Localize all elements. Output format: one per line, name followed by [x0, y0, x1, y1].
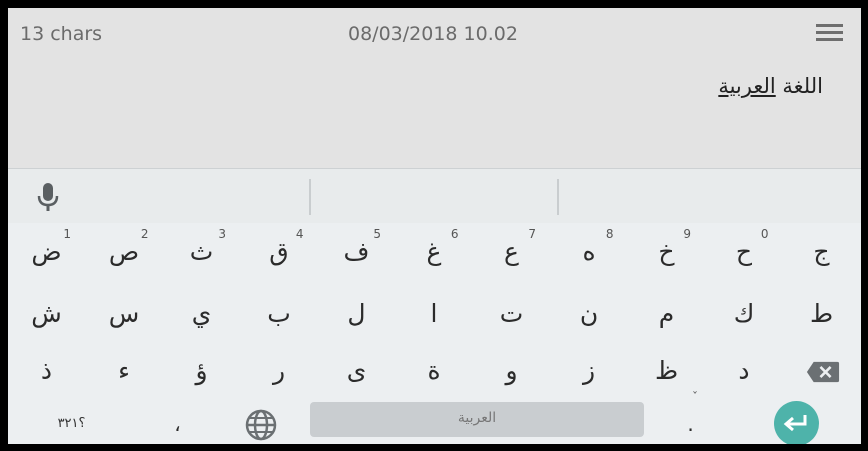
key-glyph: ؤ [195, 356, 208, 385]
text-editor[interactable]: 13 chars 08/03/2018 10.02 اللغة العربية [8, 8, 861, 168]
key-number-hint: 0 [760, 227, 769, 241]
key-number-hint: 5 [373, 227, 381, 241]
key-11[interactable]: ط [783, 286, 860, 342]
key-4[interactable]: ق4 [241, 224, 318, 280]
key-glyph: ظ [654, 356, 679, 385]
key-10[interactable]: ك [706, 286, 783, 342]
key-glyph: س [108, 299, 140, 328]
key-glyph: ب [267, 299, 291, 328]
key-glyph: ا [430, 299, 438, 328]
key-number-hint: 8 [605, 227, 614, 241]
key-6[interactable]: ا [396, 286, 473, 342]
key-8[interactable]: ه8 [551, 224, 628, 280]
key-glyph: ت [499, 299, 524, 328]
key-glyph: ي [191, 299, 212, 328]
key-glyph: ط [809, 299, 834, 328]
key-5[interactable]: ل [318, 286, 395, 342]
key-2[interactable]: ص2 [86, 224, 163, 280]
key-glyph: م [658, 299, 675, 328]
key-8[interactable]: ز [551, 343, 628, 399]
key-row-1: ض1ص2ث3ق4ف5غ6ع7ه8خ9ح0ج [8, 224, 861, 280]
key-glyph: ف [343, 237, 370, 266]
key-7[interactable]: ت [473, 286, 550, 342]
key-2[interactable]: س [86, 286, 163, 342]
key-9[interactable]: خ9 [628, 224, 705, 280]
key-glyph: ه [582, 237, 596, 266]
key-6[interactable]: ة [396, 343, 473, 399]
key-glyph: ج [813, 237, 830, 266]
key-10[interactable]: د [706, 343, 783, 399]
key-glyph: ك [733, 299, 755, 328]
hamburger-menu-icon[interactable] [816, 22, 844, 42]
backspace-key[interactable] [784, 343, 861, 399]
char-count: 13 chars [20, 23, 103, 45]
comma-key[interactable]: ، [140, 396, 215, 444]
key-glyph: ى [346, 356, 367, 385]
key-1[interactable]: ش [8, 286, 85, 342]
key-3[interactable]: ي [163, 286, 240, 342]
key-4[interactable]: ب [241, 286, 318, 342]
key-3[interactable]: ث3 [163, 224, 240, 280]
key-number-hint: 7 [528, 227, 536, 241]
globe-icon[interactable] [244, 408, 280, 444]
key-glyph: ض [31, 237, 62, 266]
microphone-icon[interactable] [34, 182, 62, 214]
key-number-hint: 6 [450, 227, 459, 241]
key-glyph: د [738, 356, 750, 385]
keyboard: ض1ص2ث3ق4ف5غ6ع7ه8خ9ح0ج شسيبلاتنمكط ذءؤرىة… [8, 168, 861, 444]
key-4[interactable]: ر [241, 343, 318, 399]
key-glyph: ء [118, 356, 130, 385]
suggestion-bar [8, 168, 861, 223]
key-number-hint: 4 [295, 227, 304, 241]
key-glyph: ز [582, 356, 596, 385]
space-bar-label: العربية [457, 410, 497, 426]
key-number-hint: 9 [683, 227, 691, 241]
key-number-hint: 3 [218, 227, 226, 241]
suggestion-divider [309, 179, 311, 215]
key-7[interactable]: و [473, 343, 550, 399]
key-glyph: ث [189, 237, 214, 266]
key-glyph: ش [31, 299, 62, 328]
key-6[interactable]: غ6 [396, 224, 473, 280]
key-glyph: ذ [40, 356, 53, 385]
key-2[interactable]: ء [86, 343, 163, 399]
key-glyph: ة [427, 356, 441, 385]
app-frame: 13 chars 08/03/2018 10.02 اللغة العربية … [8, 8, 861, 444]
symbols-key[interactable]: ؟٣٢١ [33, 396, 110, 444]
key-1[interactable]: ض1 [8, 224, 85, 280]
key-5[interactable]: ى [318, 343, 395, 399]
key-8[interactable]: ن [551, 286, 628, 342]
editor-text[interactable]: اللغة العربية [718, 74, 823, 98]
key-glyph: ل [347, 299, 366, 328]
key-glyph: خ [658, 237, 675, 266]
period-key[interactable]: ˇ . [653, 390, 728, 444]
key-7[interactable]: ع7 [473, 224, 550, 280]
key-9[interactable]: م [628, 286, 705, 342]
key-glyph: ح [735, 237, 753, 266]
enter-key[interactable] [774, 401, 819, 444]
datetime-label: 08/03/2018 10.02 [348, 23, 518, 45]
key-10[interactable]: ح0 [706, 224, 783, 280]
key-11[interactable]: ج [783, 224, 860, 280]
key-1[interactable]: ذ [8, 343, 85, 399]
key-row-3: ذءؤرىةوزظد [8, 343, 861, 399]
key-glyph: ق [269, 237, 289, 266]
editor-word-composing: العربية [718, 74, 776, 98]
key-glyph: ن [579, 299, 599, 328]
key-glyph: غ [426, 237, 442, 266]
key-glyph: ص [108, 237, 140, 266]
key-glyph: ر [272, 356, 286, 385]
enter-icon [783, 415, 807, 432]
editor-word: اللغة [782, 74, 823, 98]
key-5[interactable]: ف5 [318, 224, 395, 280]
space-bar[interactable]: العربية [310, 402, 644, 437]
key-number-hint: 2 [140, 227, 149, 241]
key-glyph: و [505, 356, 518, 385]
key-3[interactable]: ؤ [163, 343, 240, 399]
suggestion-divider [557, 179, 559, 215]
key-row-2: شسيبلاتنمكط [8, 286, 861, 342]
key-number-hint: 1 [63, 227, 71, 241]
key-glyph: ع [504, 237, 519, 266]
backspace-icon [806, 361, 840, 383]
